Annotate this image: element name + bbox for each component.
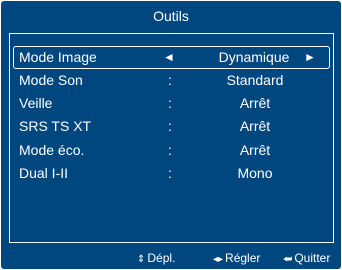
menu-item-value: Mono	[237, 165, 273, 181]
menu-item-label: Dual I-II	[19, 165, 69, 181]
hint-move-label: Dépl.	[147, 251, 176, 265]
up-down-arrow-icon: ⇕	[137, 254, 146, 265]
menu-item-label: Mode éco.	[19, 142, 85, 158]
menu-item-srs-ts-xt[interactable]: SRS TS XT : Arrêt	[15, 115, 330, 138]
footer-hints: ⇕ Dépl. ◂▸ Régler ⮨ Quitter	[1, 251, 341, 267]
menu-item-value: Arrêt	[239, 95, 271, 111]
menu-item-value: Arrêt	[239, 118, 271, 134]
menu-item-separator: :	[168, 142, 172, 158]
menu-item-veille[interactable]: Veille : Arrêt	[15, 92, 330, 115]
menu-item-label: Mode Son	[19, 72, 83, 88]
menu-item-separator: :	[168, 72, 172, 88]
menu-item-label: Veille	[19, 95, 53, 111]
menu-item-separator: :	[168, 165, 172, 181]
menu-item-separator: :	[168, 118, 172, 134]
hint-exit: ⮨ Quitter	[283, 251, 330, 265]
menu-item-mode-eco[interactable]: Mode éco. : Arrêt	[15, 139, 330, 162]
menu-item-label: SRS TS XT	[19, 118, 92, 134]
hint-adjust-label: Régler	[225, 251, 261, 265]
osd-menu: Outils Mode Image ◄ Dynamique ► Mode Son…	[1, 1, 341, 269]
hint-move: ⇕ Dépl.	[137, 251, 175, 265]
menu-item-label: Mode Image	[19, 49, 97, 65]
left-arrow-icon[interactable]: ◄	[162, 47, 176, 68]
menu-title: Outils	[153, 8, 189, 24]
left-right-arrow-icon: ◂▸	[213, 254, 224, 265]
hint-exit-label: Quitter	[294, 251, 331, 265]
menu-item-value: Standard	[226, 72, 284, 88]
menu-item-value: Dynamique	[218, 49, 290, 65]
right-arrow-icon[interactable]: ►	[303, 47, 317, 68]
menu-item-mode-son[interactable]: Mode Son : Standard	[15, 69, 330, 92]
menu-item-mode-image[interactable]: Mode Image ◄ Dynamique ►	[13, 46, 330, 69]
menu-item-separator: :	[168, 95, 172, 111]
menu-item-value: Arrêt	[239, 142, 271, 158]
hint-adjust: ◂▸ Régler	[213, 251, 260, 265]
menu-item-dual[interactable]: Dual I-II : Mono	[15, 162, 330, 185]
exit-icon: ⮨	[283, 254, 293, 265]
